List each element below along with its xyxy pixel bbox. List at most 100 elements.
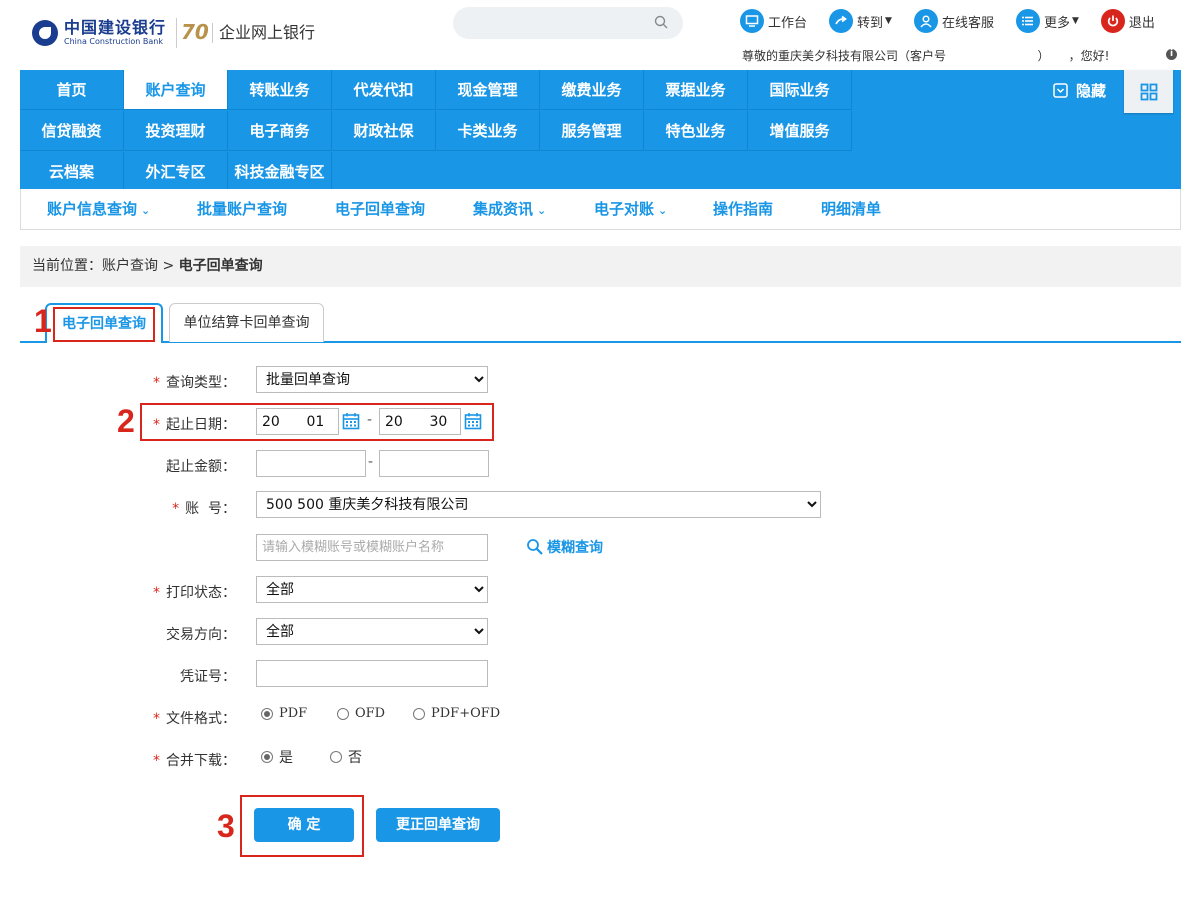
start-date-input[interactable]: [256, 408, 339, 435]
breadcrumb-current: 电子回单查询: [178, 258, 263, 274]
goto-button[interactable]: 转到 ▼: [829, 9, 892, 33]
nav-item[interactable]: 首页: [20, 70, 124, 110]
nav-item[interactable]: 电子商务: [228, 111, 332, 151]
subnav-label: 操作指南: [713, 200, 774, 218]
tool-label: 工作台: [768, 15, 808, 31]
header-tools: 工作台 转到 ▼ 在线客服 更多 ▼ 退出: [740, 8, 1177, 34]
hide-nav-button[interactable]: 隐藏: [1053, 80, 1106, 101]
direction-label: 交易方向：: [166, 627, 236, 643]
merge-yes-radio[interactable]: 是: [261, 747, 293, 767]
print-status-label: * 打印状态：: [146, 582, 236, 602]
amount-range-label: 起止金额：: [166, 459, 236, 475]
merge-download-label: * 合并下载：: [146, 750, 236, 770]
min-amount-input[interactable]: [256, 450, 366, 477]
nav-item[interactable]: 科技金融专区: [228, 152, 332, 192]
fuzzy-account-input[interactable]: [256, 534, 488, 561]
nav-item[interactable]: 票据业务: [644, 70, 748, 110]
nav-item[interactable]: 转账业务: [228, 70, 332, 110]
tab-settlement-card-receipt[interactable]: 单位结算卡回单查询: [169, 303, 324, 342]
confirm-button[interactable]: 确 定: [254, 808, 354, 842]
caret-down-icon: ▼: [1071, 16, 1079, 26]
breadcrumb: 当前位置：账户查询 > 电子回单查询: [20, 246, 1181, 287]
logout-button[interactable]: 退出: [1100, 9, 1155, 33]
power-icon: [1100, 9, 1125, 33]
nav-item[interactable]: 代发代扣: [332, 70, 436, 110]
radio-label: PDF: [279, 706, 308, 721]
search-input[interactable]: [453, 7, 683, 39]
brand-name: 中国建设银行 China Construction Bank: [64, 20, 166, 46]
subnav-item[interactable]: 电子对账 ⌄: [594, 189, 667, 229]
label-text: 查询类型：: [166, 375, 236, 391]
breadcrumb-prefix: 当前位置：账户查询: [32, 258, 163, 274]
radio-dot: [337, 707, 349, 720]
info-icon[interactable]: i: [1166, 49, 1177, 60]
radio-label: 是: [279, 750, 293, 766]
calendar-icon[interactable]: [464, 412, 482, 430]
end-date-input[interactable]: [379, 408, 461, 435]
nav-item[interactable]: 外汇专区: [124, 152, 228, 192]
file-format-label: * 文件格式：: [146, 708, 236, 728]
workbench-button[interactable]: 工作台: [740, 9, 807, 33]
more-button[interactable]: 更多 ▼: [1015, 9, 1079, 33]
subnav-item[interactable]: 操作指南: [713, 189, 773, 229]
bank-name-cn: 中国建设银行: [64, 18, 167, 37]
voucher-input[interactable]: [256, 660, 488, 687]
annotation-number-2: 2: [117, 403, 135, 439]
required-mark: *: [153, 711, 160, 727]
date-range-label: * 起止日期：: [146, 414, 236, 434]
nav-item[interactable]: 账户查询: [124, 70, 228, 110]
max-amount-input[interactable]: [379, 450, 489, 477]
subnav-item[interactable]: 电子回单查询: [335, 189, 425, 229]
subnav-item[interactable]: 集成资讯 ⌄: [473, 189, 546, 229]
magnifier-icon: [527, 539, 543, 555]
search-icon[interactable]: [654, 15, 668, 29]
account-select[interactable]: 500 500 重庆美夕科技有限公司: [256, 491, 821, 518]
required-mark: *: [153, 585, 160, 601]
nav-item[interactable]: 国际业务: [748, 70, 852, 110]
subnav-item[interactable]: 明细清单: [821, 189, 881, 229]
subnav-item[interactable]: 账户信息查询 ⌄: [47, 189, 150, 229]
merge-no-radio[interactable]: 否: [330, 747, 362, 767]
calendar-icon[interactable]: [342, 412, 360, 430]
tool-label: 更多: [1043, 15, 1070, 31]
nav-item[interactable]: 财政社保: [332, 111, 436, 151]
tool-label: 转到: [857, 15, 884, 31]
nav-item[interactable]: 服务管理: [540, 111, 644, 151]
format-pdf-ofd-radio[interactable]: PDF+OFD: [413, 706, 500, 721]
label-text: 打印状态：: [166, 585, 236, 601]
print-status-select[interactable]: 全部: [256, 576, 488, 603]
required-mark: *: [153, 375, 160, 391]
fuzzy-search-link[interactable]: 模糊查询: [526, 537, 603, 557]
nav-item[interactable]: 信贷融资: [20, 111, 124, 151]
required-mark: *: [172, 501, 180, 517]
subnav-label: 账户信息查询: [47, 200, 138, 218]
nav-item[interactable]: 缴费业务: [540, 70, 644, 110]
radio-dot: [413, 707, 425, 720]
online-service-button[interactable]: 在线客服: [913, 9, 994, 33]
query-type-select[interactable]: 批量回单查询: [256, 366, 488, 393]
nav-item[interactable]: 现金管理: [436, 70, 540, 110]
grid-icon: [1140, 83, 1157, 100]
nav-item[interactable]: 云档案: [20, 152, 124, 192]
required-mark: *: [153, 417, 160, 433]
label-text: 账 号：: [185, 501, 236, 517]
nav-item[interactable]: 增值服务: [748, 111, 852, 151]
collapse-icon: [1053, 83, 1068, 98]
subnav-label: 电子对账: [594, 200, 655, 218]
correct-receipt-query-button[interactable]: 更正回单查询: [376, 808, 500, 842]
subnav-label: 电子回单查询: [335, 200, 426, 218]
caret-down-icon: ▼: [885, 16, 892, 26]
format-pdf-radio[interactable]: PDF: [261, 706, 307, 721]
annotation-box-1: [53, 307, 155, 342]
label-text: 起止日期：: [166, 417, 236, 433]
format-ofd-radio[interactable]: OFD: [337, 706, 385, 721]
app-grid-button[interactable]: [1124, 70, 1173, 113]
tool-label: 退出: [1128, 15, 1155, 31]
bank-name-en: China Construction Bank: [64, 37, 163, 46]
nav-item[interactable]: 投资理财: [124, 111, 228, 151]
welcome-text: 尊敬的重庆美夕科技有限公司（客户号 ） ，您好!: [742, 49, 1110, 63]
nav-item[interactable]: 卡类业务: [436, 111, 540, 151]
nav-item[interactable]: 特色业务: [644, 111, 748, 151]
subnav-item[interactable]: 批量账户查询: [197, 189, 287, 229]
direction-select[interactable]: 全部: [256, 618, 488, 645]
